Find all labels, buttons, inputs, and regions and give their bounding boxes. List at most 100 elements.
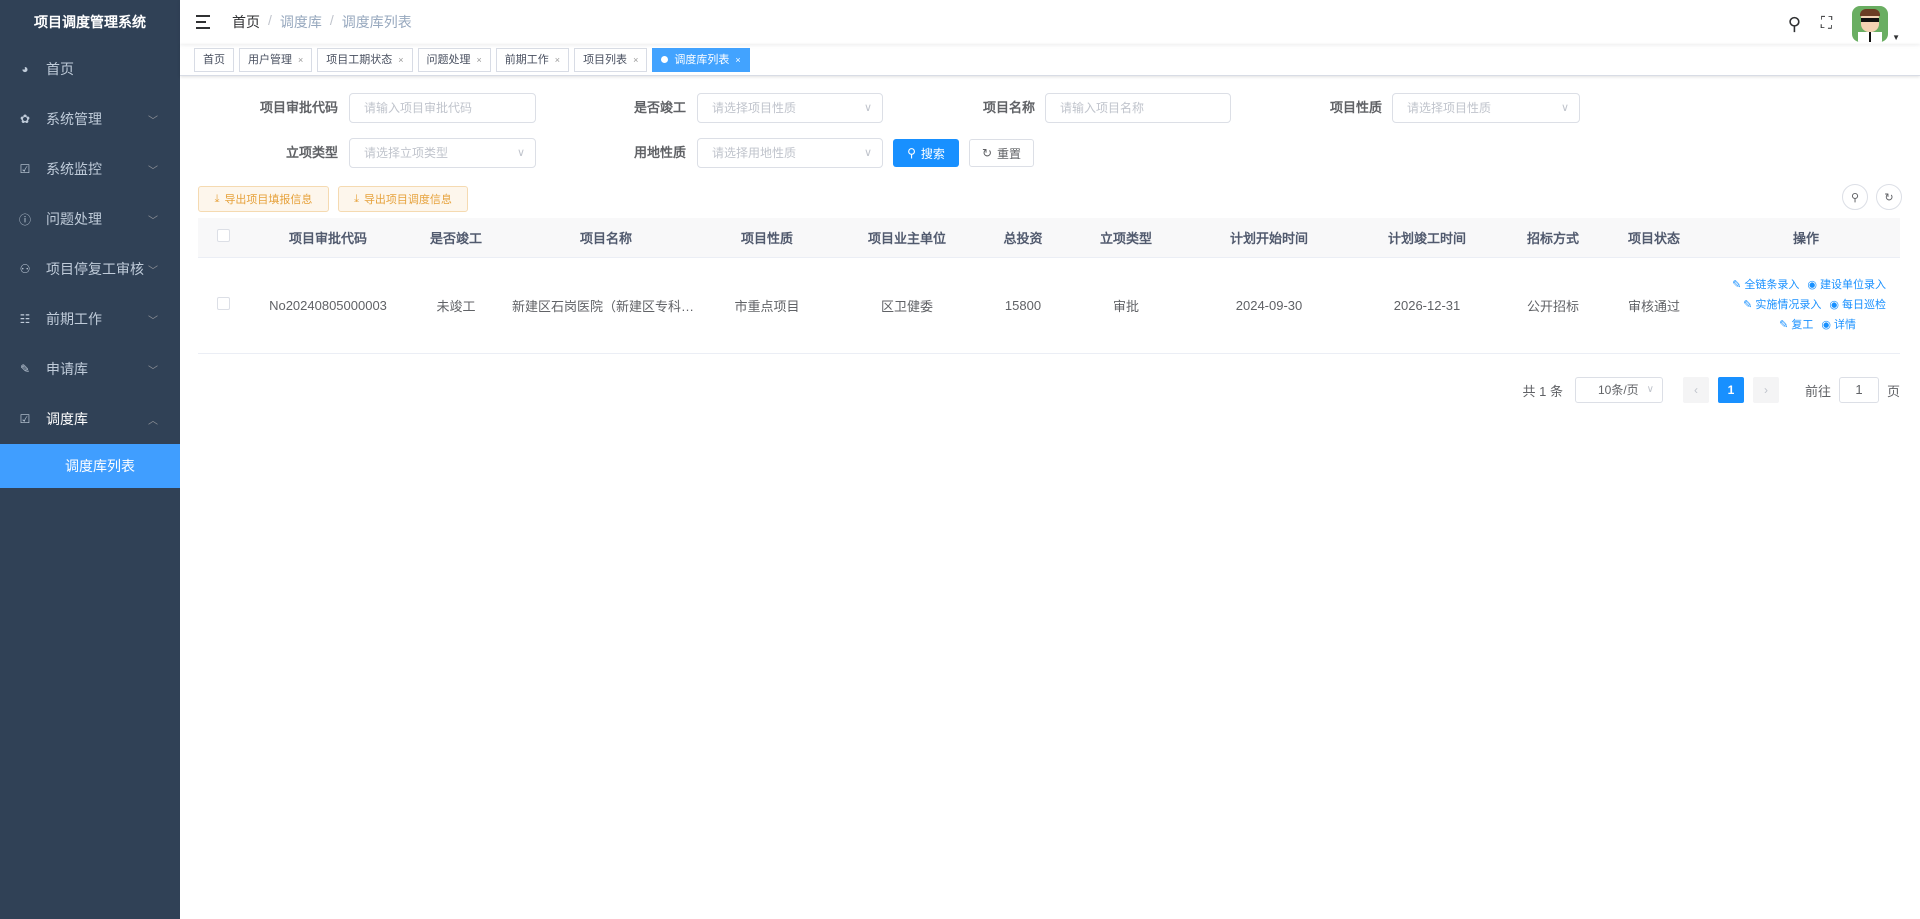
data-table: 项目审批代码 是否竣工 项目名称 项目性质 项目业主单位 总投资 立项类型 计划… xyxy=(198,218,1900,354)
reset-button[interactable]: ↻ 重置 xyxy=(969,139,1034,167)
search-icon[interactable]: ⚲ xyxy=(1788,14,1801,35)
details-link[interactable]: ◉ 详情 xyxy=(1821,319,1856,331)
download-icon: ⤓ xyxy=(214,192,220,205)
tag-issues[interactable]: 问题处理 × xyxy=(417,47,491,72)
chevron-down-icon: ﹀ xyxy=(148,115,158,127)
code-input[interactable]: 请输入项目审批代码 xyxy=(349,93,536,123)
refresh-icon: ↻ xyxy=(981,146,993,160)
page-suffix: 页 xyxy=(1886,383,1900,399)
cell-code: No20240805000003 xyxy=(248,257,408,354)
chevron-down-icon: ∨ xyxy=(516,147,525,159)
export-fill-info-button[interactable]: ⤓ 导出项目填报信息 xyxy=(198,186,329,212)
refresh-icon: ↻ xyxy=(1884,191,1894,204)
toggle-search-button[interactable]: ⚲ xyxy=(1842,184,1868,210)
sidebar-item-stop-resume[interactable]: ⚇ 项目停复工审核 ﹀ xyxy=(0,244,180,294)
close-icon[interactable]: × xyxy=(735,49,740,71)
search-button[interactable]: ⚲ 搜索 xyxy=(893,139,959,167)
cell-completed: 未竣工 xyxy=(408,257,504,354)
goto-page-input[interactable]: 1 xyxy=(1838,377,1879,403)
cell-investment: 15800 xyxy=(988,257,1058,354)
resume-work-link[interactable]: ✎ 复工 xyxy=(1779,319,1813,331)
type-select[interactable]: 请选择立项类型 ∨ xyxy=(349,138,536,168)
land-select[interactable]: 请选择用地性质 ∨ xyxy=(697,138,883,168)
sidebar-item-home[interactable]: ◕ 首页 xyxy=(0,44,180,94)
close-icon[interactable]: × xyxy=(398,49,403,71)
sidebar-item-issues[interactable]: ⓘ 问题处理 ﹀ xyxy=(0,194,180,244)
sidebar-item-label: 系统管理 xyxy=(46,111,102,127)
sidebar-item-dispatch[interactable]: ☑ 调度库 ︿ xyxy=(0,394,180,444)
cell-end-date: 2026-12-31 xyxy=(1344,257,1510,354)
implementation-entry-link[interactable]: ✎ 实施情况录入 xyxy=(1743,299,1821,311)
monitor-icon: ☑ xyxy=(19,412,31,426)
caret-down-icon: ▼ xyxy=(1892,33,1900,42)
name-label: 项目名称 xyxy=(982,100,1035,115)
hamburger-icon[interactable] xyxy=(196,15,212,29)
sidebar-item-label: 前期工作 xyxy=(46,311,102,327)
refresh-button[interactable]: ↻ xyxy=(1876,184,1902,210)
completed-select[interactable]: 请选择项目性质 ∨ xyxy=(697,93,883,123)
column-header: 项目状态 xyxy=(1596,218,1712,258)
column-header: 是否竣工 xyxy=(408,218,504,258)
question-icon: ⓘ xyxy=(18,212,31,227)
tag-preliminary[interactable]: 前期工作 × xyxy=(495,47,570,72)
chevron-down-icon: ∨ xyxy=(863,102,872,114)
nature-label: 项目性质 xyxy=(1329,100,1382,115)
column-header: 项目业主单位 xyxy=(826,218,988,258)
app-title: 项目调度管理系统 xyxy=(34,14,146,30)
builder-entry-link[interactable]: ◉ 建设单位录入 xyxy=(1807,279,1886,291)
page-1-button[interactable]: 1 xyxy=(1717,377,1744,403)
chevron-down-icon: ∨ xyxy=(863,147,872,159)
next-page-button[interactable]: › xyxy=(1752,377,1779,403)
column-header: 操作 xyxy=(1712,218,1900,258)
sidebar-item-system[interactable]: ✿ 系统管理 ﹀ xyxy=(0,94,180,144)
sidebar-item-application[interactable]: ✎ 申请库 ﹀ xyxy=(0,344,180,394)
code-label: 项目审批代码 xyxy=(259,100,338,115)
edit-icon: ✎ xyxy=(19,362,31,376)
chevron-down-icon: ﹀ xyxy=(148,365,158,377)
table-row: No20240805000003 未竣工 新建区石岗医院（新建区专科医院） 市重… xyxy=(198,257,1900,354)
tag-home[interactable]: 首页 xyxy=(194,47,234,72)
cell-actions: ✎ 全链条录入 ◉ 建设单位录入 ✎ 实施情况录入 ◉ 每日巡检 ✎ 复工 ◉ 详情 xyxy=(1712,257,1900,354)
tag-user-management[interactable]: 用户管理 × xyxy=(239,47,313,72)
cell-type: 审批 xyxy=(1058,257,1194,354)
search-icon: ⚲ xyxy=(907,146,916,160)
avatar xyxy=(1852,6,1889,42)
chevron-down-icon: ﹀ xyxy=(148,215,158,227)
sidebar-item-label: 申请库 xyxy=(46,361,88,377)
close-icon[interactable]: × xyxy=(633,49,638,71)
table-header: 项目审批代码 是否竣工 项目名称 项目性质 项目业主单位 总投资 立项类型 计划… xyxy=(198,218,1900,258)
export-dispatch-info-button[interactable]: ⤓ 导出项目调度信息 xyxy=(338,186,468,212)
tag-project-list[interactable]: 项目列表 × xyxy=(574,47,648,72)
search-icon: ⚲ xyxy=(1850,191,1860,204)
close-icon[interactable]: × xyxy=(555,49,560,71)
prev-page-button[interactable]: ‹ xyxy=(1682,377,1709,403)
column-header: 立项类型 xyxy=(1058,218,1194,258)
sidebar-item-preliminary[interactable]: ☷ 前期工作 ﹀ xyxy=(0,294,180,344)
cell-status: 审核通过 xyxy=(1596,257,1712,354)
completed-label: 是否竣工 xyxy=(633,100,686,115)
tag-project-schedule-status[interactable]: 项目工期状态 × xyxy=(317,47,413,72)
type-label: 立项类型 xyxy=(285,145,338,160)
sidebar-item-label: 问题处理 xyxy=(46,211,102,227)
sidebar-item-monitor[interactable]: ☑ 系统监控 ﹀ xyxy=(0,144,180,194)
tags-view: 首页 用户管理 × 项目工期状态 × 问题处理 × 前期工作 × 项目列表 × 调度库列表… xyxy=(180,44,1920,76)
nature-select[interactable]: 请选择项目性质 ∨ xyxy=(1392,93,1580,123)
fullscreen-icon[interactable]: ⛶ xyxy=(1821,15,1832,33)
sidebar-subitem-dispatch-list[interactable]: 调度库列表 xyxy=(0,444,180,488)
column-header: 计划竣工时间 xyxy=(1344,218,1510,258)
main: 首页 / 调度库 / 调度库列表 ⚲ ⛶ ▼ 首页 用户管理 × 项目工期状态 × 问题… xyxy=(180,0,1920,919)
close-icon[interactable]: × xyxy=(298,49,303,71)
select-all-checkbox[interactable] xyxy=(216,229,230,243)
row-checkbox[interactable] xyxy=(216,297,230,310)
full-chain-entry-link[interactable]: ✎ 全链条录入 xyxy=(1732,279,1799,291)
tag-dispatch-list[interactable]: 调度库列表 × xyxy=(652,47,750,72)
name-input[interactable]: 请输入项目名称 xyxy=(1045,93,1231,123)
daily-inspection-link[interactable]: ◉ 每日巡检 xyxy=(1829,299,1886,311)
user-menu[interactable]: ▼ xyxy=(1852,6,1900,42)
pagination: 共 1 条 10条/页 ∨ ‹ 1 › 前往 1 页 xyxy=(1523,377,1900,403)
breadcrumb-home[interactable]: 首页 xyxy=(232,12,260,32)
page-size-select[interactable]: 10条/页 ∨ xyxy=(1574,377,1663,403)
monitor-icon: ☑ xyxy=(19,162,31,176)
chevron-down-icon: ﹀ xyxy=(148,165,158,177)
close-icon[interactable]: × xyxy=(477,49,482,71)
